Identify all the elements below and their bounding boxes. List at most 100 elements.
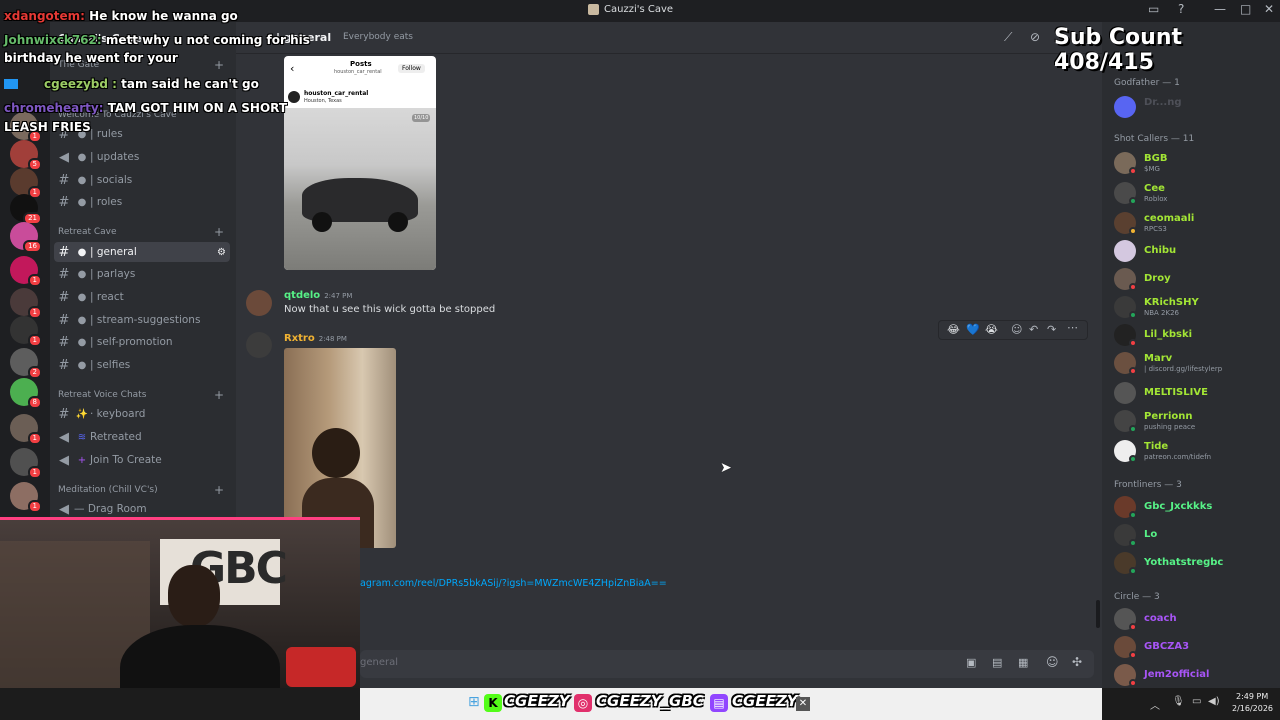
network-icon[interactable]: ▭ xyxy=(1192,696,1201,707)
follow-button[interactable]: Follow xyxy=(398,64,425,73)
member-item[interactable]: BGB $MG xyxy=(1114,150,1274,176)
server-icon[interactable]: 1 xyxy=(10,288,42,319)
gif-icon[interactable]: ▤ xyxy=(992,656,1002,669)
text-channel-icon: # xyxy=(58,357,70,373)
text-channel-icon: # xyxy=(58,312,70,328)
server-icon[interactable]: 1 xyxy=(10,168,42,199)
reaction-cry-icon[interactable]: 😭 xyxy=(985,323,998,336)
instagram-embed[interactable]: ‹ Posts houston_car_rental Follow housto… xyxy=(284,56,436,270)
close-icon[interactable]: ✕ xyxy=(1264,2,1274,16)
member-item[interactable]: ceomaali RPCS3 xyxy=(1114,210,1274,236)
scrollbar[interactable] xyxy=(1096,600,1100,628)
avatar[interactable] xyxy=(246,290,272,316)
channel-socials[interactable]: # ● | socials xyxy=(54,170,230,190)
server-badge: 2 xyxy=(27,366,42,379)
member-name: Tide xyxy=(1144,441,1169,452)
mute-icon[interactable]: ⊘ xyxy=(1030,30,1040,44)
emoji-icon[interactable]: ☺ xyxy=(1046,655,1059,669)
more-icon[interactable]: ⋯ xyxy=(1067,321,1078,334)
tray-chevron-icon[interactable]: ︿ xyxy=(1150,697,1160,712)
server-icon[interactable]: 16 xyxy=(10,222,42,253)
mic-icon[interactable]: 🎙 xyxy=(1172,696,1185,707)
member-item[interactable]: Marv | discord.gg/lifestylerp xyxy=(1114,350,1274,376)
channel-roles[interactable]: # ● | roles xyxy=(54,192,230,212)
channel-react[interactable]: # ● | react xyxy=(54,287,230,307)
channel-stream-suggestions[interactable]: # ● | stream-suggestions xyxy=(54,310,230,330)
sticker-icon[interactable]: ▦ xyxy=(1018,656,1028,669)
add-channel-icon[interactable]: + xyxy=(214,58,224,72)
member-item[interactable]: Chibu xyxy=(1114,238,1274,264)
server-icon[interactable]: 1 xyxy=(10,256,42,287)
server-icon[interactable]: 8 xyxy=(10,378,42,409)
member-item[interactable]: Dr...ng xyxy=(1114,94,1274,120)
channel-selfies[interactable]: # ● | selfies xyxy=(54,355,230,375)
server-icon[interactable]: 2 xyxy=(10,348,42,379)
member-item[interactable]: MELTISLIVE xyxy=(1114,380,1274,406)
member-item[interactable]: Gbc_Jxckkks xyxy=(1114,494,1274,520)
minimize-icon[interactable]: — xyxy=(1214,2,1226,16)
channel-keyboard[interactable]: # ✨ · keyboard xyxy=(54,404,230,424)
inbox-icon[interactable]: ▭ xyxy=(1148,2,1159,16)
kick-handle: CGEEZY xyxy=(504,692,570,710)
channel-parlays[interactable]: # ● | parlays xyxy=(54,264,230,284)
member-item[interactable]: Perrionn pushing peace xyxy=(1114,408,1274,434)
server-icon[interactable]: 1 xyxy=(10,482,42,513)
member-item[interactable]: Tide patreon.com/tidefn xyxy=(1114,438,1274,464)
channel-updates[interactable]: ◀ ● | updates xyxy=(54,147,230,167)
username[interactable]: Rxtro xyxy=(284,333,315,344)
add-channel-icon[interactable]: + xyxy=(214,483,224,497)
help-icon[interactable]: ? xyxy=(1178,2,1184,16)
avatar[interactable] xyxy=(246,332,272,358)
message-author[interactable]: qtdelo 2:47 PM xyxy=(284,290,352,301)
settings-icon[interactable]: ⚙ xyxy=(217,247,226,258)
member-item[interactable]: GBCZA3 xyxy=(1114,634,1274,660)
member-item[interactable]: Jem2official xyxy=(1114,662,1274,688)
username[interactable]: qtdelo xyxy=(284,290,320,301)
member-item[interactable]: KRichSHY NBA 2K26 xyxy=(1114,294,1274,320)
member-item[interactable]: Lil_kbski xyxy=(1114,322,1274,348)
reel-link[interactable]: agram.com/reel/DPRs5bkASij/?igsh=MWZmcWE… xyxy=(360,578,667,589)
overlay-chat-user: xdangotem: xyxy=(4,9,85,23)
channel-join-to-create[interactable]: ◀ + Join To Create xyxy=(54,450,230,470)
server-icon[interactable]: 21 xyxy=(10,194,42,225)
member-item[interactable]: Droy xyxy=(1114,266,1274,292)
kick-icon: K xyxy=(484,694,502,712)
category-meditation[interactable]: Meditation (Chill VC's) xyxy=(58,485,158,495)
add-reaction-icon[interactable]: ☺ xyxy=(1011,323,1022,336)
back-icon[interactable]: ‹ xyxy=(290,62,294,75)
category-voice-chats[interactable]: Retreat Voice Chats xyxy=(58,390,146,400)
server-icon[interactable]: 1 xyxy=(10,448,42,479)
channel-drag-room[interactable]: ◀ — Drag Room xyxy=(54,499,230,519)
channel-retreated[interactable]: ◀ ≋ Retreated xyxy=(54,427,230,447)
add-channel-icon[interactable]: + xyxy=(214,388,224,402)
maximize-icon[interactable]: □ xyxy=(1240,2,1251,16)
server-icon[interactable]: 5 xyxy=(10,140,42,171)
forward-icon[interactable]: ↷ xyxy=(1047,323,1056,336)
reaction-laugh-icon[interactable]: 😂 xyxy=(947,323,960,336)
category-retreat-cave[interactable]: Retreat Cave xyxy=(58,227,117,237)
server-icon[interactable]: 1 xyxy=(10,316,42,347)
clock-date[interactable]: 2/16/2026 xyxy=(1232,704,1273,713)
member-item[interactable]: Lo xyxy=(1114,522,1274,548)
channel-general[interactable]: # ● | general ⚙ xyxy=(54,242,230,262)
message-author[interactable]: Rxtro 2:48 PM xyxy=(284,333,347,344)
speaker-icon: ◀ xyxy=(59,501,69,517)
text-channel-icon: # xyxy=(58,266,70,282)
reply-icon[interactable]: ↶ xyxy=(1029,323,1038,336)
message-composer[interactable]: general ▣ ▤ ▦ ☺ ✣ xyxy=(360,650,1094,678)
member-item[interactable]: Yothatstregbc xyxy=(1114,550,1274,576)
volume-icon[interactable]: ◀) xyxy=(1208,696,1220,707)
threads-icon[interactable]: ⟋ xyxy=(1004,30,1012,45)
add-channel-icon[interactable]: + xyxy=(214,225,224,239)
gift-icon[interactable]: ▣ xyxy=(966,656,976,669)
apps-icon[interactable]: ✣ xyxy=(1072,655,1082,669)
channel-self-promotion[interactable]: # ● | self-promotion xyxy=(54,332,230,352)
member-name: Dr...ng xyxy=(1144,97,1182,108)
server-badge: 8 xyxy=(27,396,42,409)
member-name: Lo xyxy=(1144,529,1158,540)
reaction-heart-icon[interactable]: 💙 xyxy=(966,323,980,336)
member-item[interactable]: coach xyxy=(1114,606,1274,632)
clock-time[interactable]: 2:49 PM xyxy=(1236,692,1268,701)
server-icon[interactable]: 1 xyxy=(10,414,42,445)
member-item[interactable]: Cee Roblox xyxy=(1114,180,1274,206)
